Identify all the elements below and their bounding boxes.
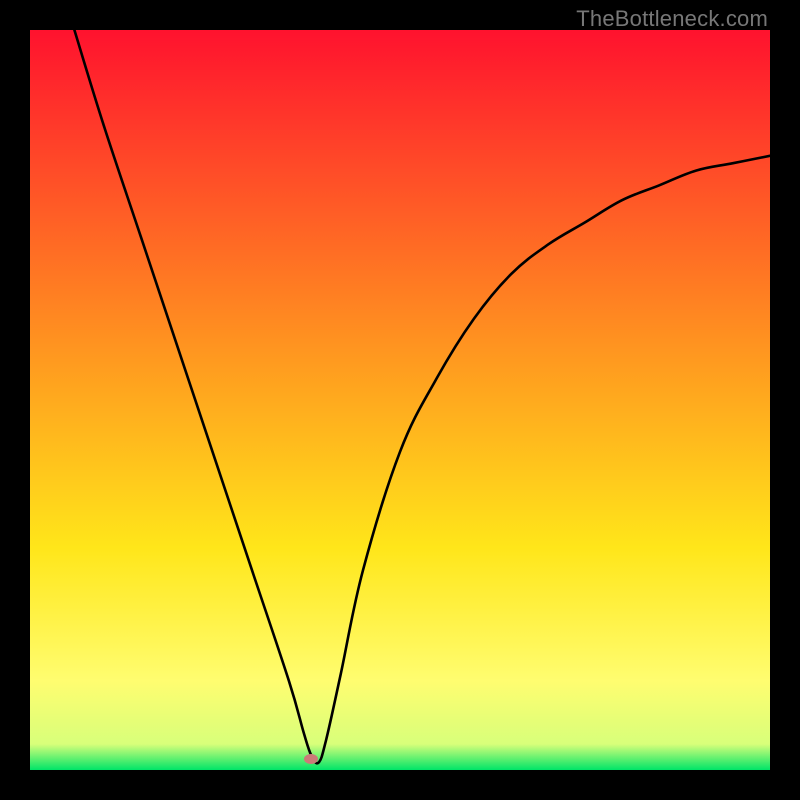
chart-frame: TheBottleneck.com <box>0 0 800 800</box>
minimum-marker <box>304 754 318 764</box>
plot-area <box>30 30 770 770</box>
bottleneck-curve <box>30 30 770 770</box>
watermark-text: TheBottleneck.com <box>576 6 768 32</box>
